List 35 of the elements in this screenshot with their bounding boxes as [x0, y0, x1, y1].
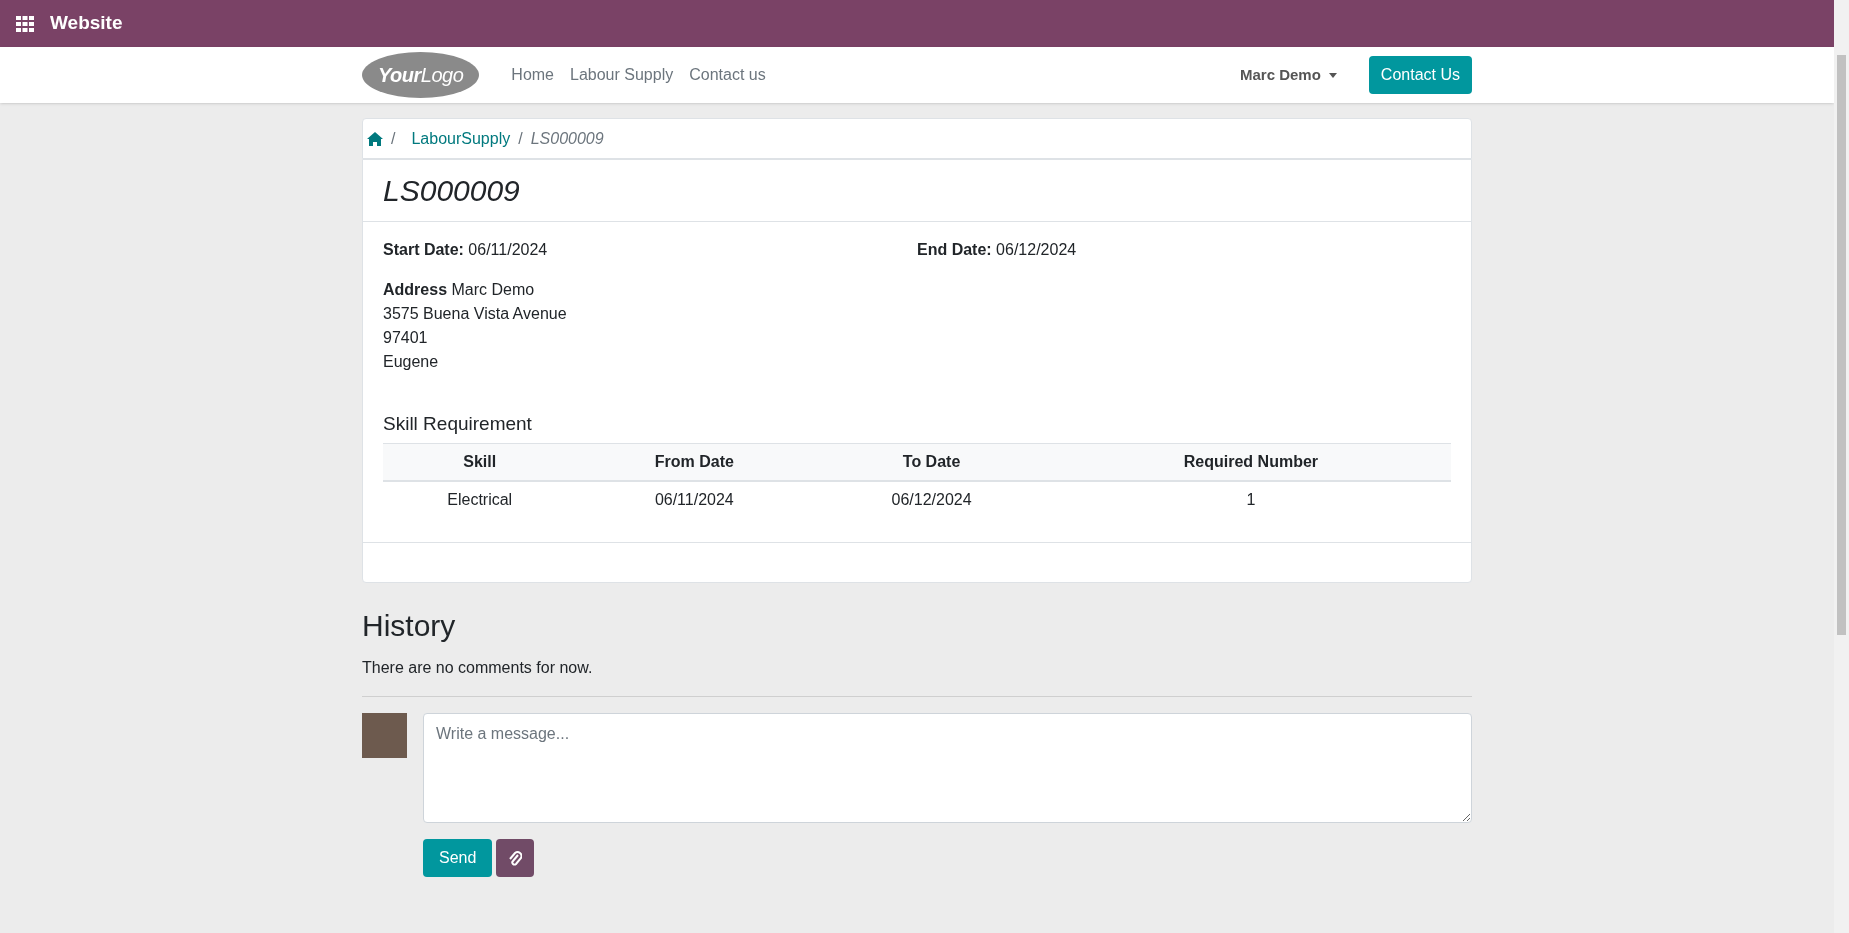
section-title: Skill Requirement [383, 412, 533, 436]
table-cell: 1 [1246, 490, 1256, 508]
logo[interactable]: YourLogo [362, 52, 480, 98]
home-icon[interactable] [367, 131, 383, 146]
contact-us-button[interactable]: Contact Us [1368, 56, 1472, 94]
nav-link[interactable]: Contact us [689, 63, 766, 87]
table-cell: 06/11/2024 [654, 490, 734, 508]
breadcrumb-current: LS000009 [530, 128, 604, 149]
avatar-photo-placeholder [362, 712, 407, 758]
nav-link[interactable]: Home [511, 63, 554, 87]
send-button[interactable]: Send [423, 838, 493, 877]
scrollbar[interactable] [1834, 0, 1849, 933]
apps-menu-icon[interactable] [16, 15, 34, 32]
user-menu[interactable]: Marc Demo [1240, 63, 1337, 87]
table-cell: Electrical [447, 490, 513, 508]
address-text: Address Marc Demo 3575 Buena Vista Avenue 97401 Eugene [383, 280, 568, 372]
column-header: To Date [812, 443, 1051, 481]
breadcrumb-link[interactable]: LabourSupply [411, 126, 511, 151]
breadcrumb-separator: / [391, 128, 396, 149]
app-title: Website [50, 11, 123, 36]
table-cell: 06/12/2024 [891, 490, 972, 508]
paperclip-icon [508, 849, 523, 866]
field-text: Start Date: 06/11/2024 [383, 240, 549, 260]
caret-icon [1328, 72, 1337, 78]
column-header: Skill [383, 443, 577, 481]
message-input[interactable]: Write a message... [423, 712, 1472, 823]
empty-comments-text: There are no comments for now. [362, 657, 594, 678]
history-heading: History [362, 607, 457, 644]
column-header: Required Number [1050, 443, 1451, 481]
breadcrumb-separator: / [518, 128, 523, 149]
nav-link[interactable]: Labour Supply [570, 63, 674, 87]
record-title: LS000009 [383, 173, 521, 209]
attach-button[interactable] [496, 838, 535, 877]
field-text: End Date: 06/12/2024 [917, 240, 1078, 260]
column-header: From Date [576, 443, 813, 481]
